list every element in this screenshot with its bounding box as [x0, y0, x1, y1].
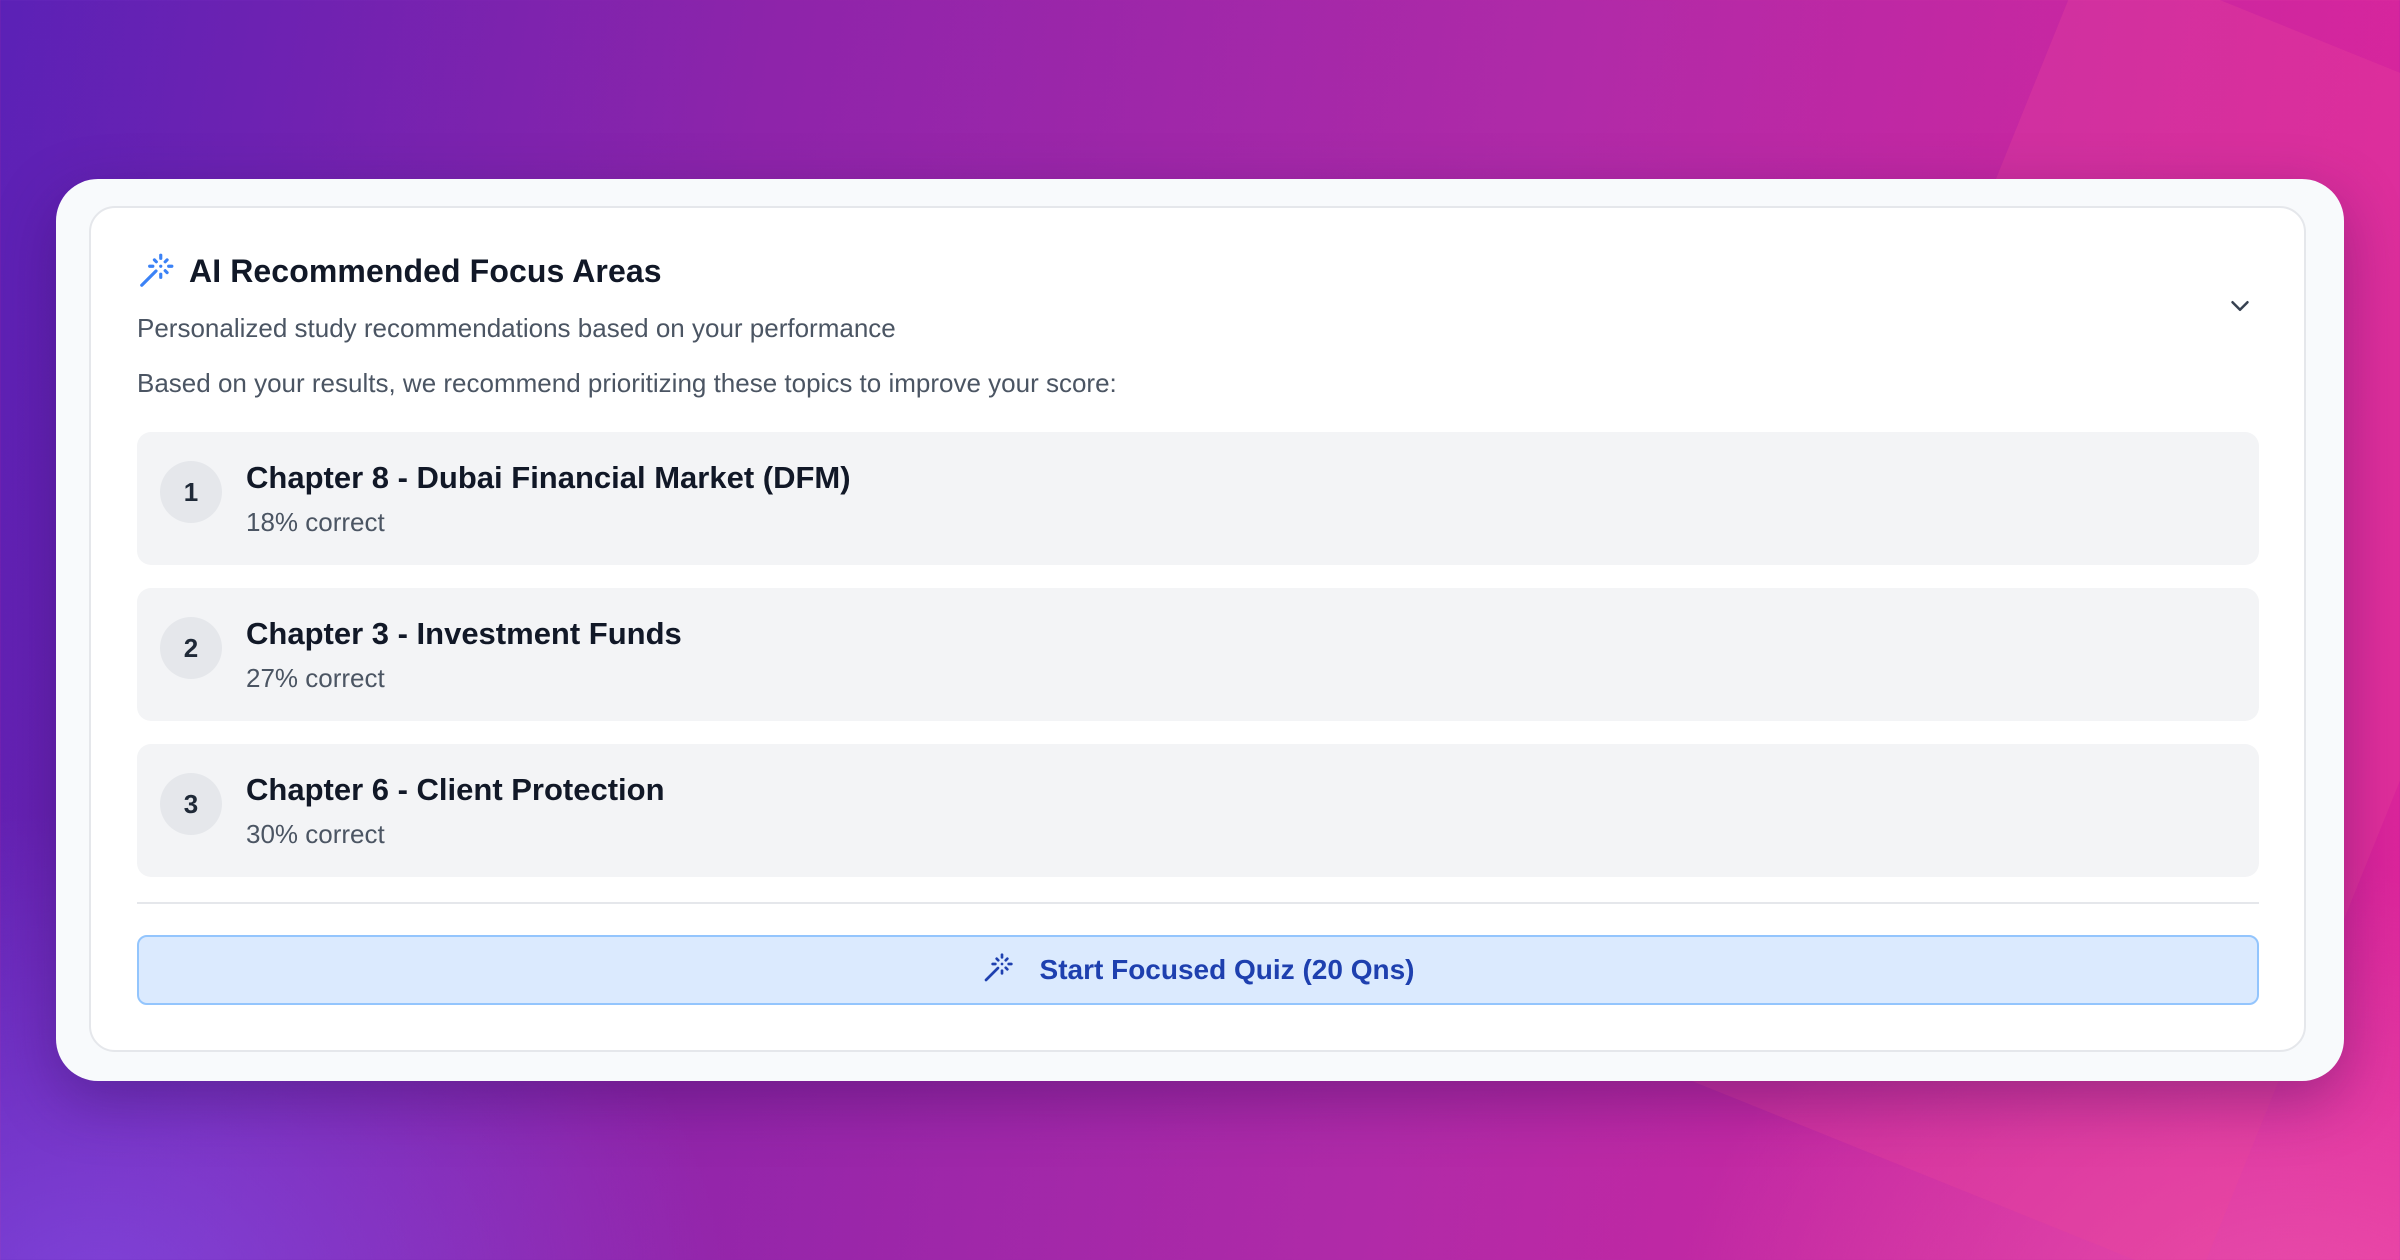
card-title: AI Recommended Focus Areas	[189, 252, 662, 289]
topic-list: 1 Chapter 8 - Dubai Financial Market (DF…	[137, 432, 2259, 900]
rank-badge: 3	[160, 773, 222, 835]
card-subtitle: Personalized study recommendations based…	[137, 313, 896, 343]
topic-name: Chapter 8 - Dubai Financial Market (DFM)	[246, 460, 851, 495]
topic-score: 30% correct	[246, 819, 385, 849]
topic-name: Chapter 3 - Investment Funds	[246, 616, 682, 651]
focus-areas-card: AI Recommended Focus Areas Personalized …	[89, 206, 2306, 1052]
recommendation-intro: Based on your results, we recommend prio…	[137, 368, 1117, 398]
rank-badge: 2	[160, 617, 222, 679]
topic-score: 27% correct	[246, 663, 385, 693]
start-focused-quiz-label: Start Focused Quiz (20 Qns)	[1039, 954, 1415, 985]
divider	[137, 902, 2259, 904]
window-frame: AI Recommended Focus Areas Personalized …	[56, 179, 2344, 1081]
chevron-down-icon	[2225, 291, 2255, 326]
rank-badge: 1	[160, 461, 222, 523]
topic-score: 18% correct	[246, 507, 385, 537]
card-header: AI Recommended Focus Areas	[137, 252, 662, 290]
magic-wand-icon	[982, 952, 1014, 989]
magic-wand-icon	[137, 252, 175, 290]
topic-item[interactable]: 1 Chapter 8 - Dubai Financial Market (DF…	[137, 432, 2259, 565]
start-focused-quiz-button[interactable]: Start Focused Quiz (20 Qns)	[137, 935, 2259, 1005]
topic-name: Chapter 6 - Client Protection	[246, 772, 665, 807]
topic-item[interactable]: 2 Chapter 3 - Investment Funds 27% corre…	[137, 588, 2259, 721]
collapse-toggle-button[interactable]	[2222, 290, 2258, 326]
topic-item[interactable]: 3 Chapter 6 - Client Protection 30% corr…	[137, 744, 2259, 877]
